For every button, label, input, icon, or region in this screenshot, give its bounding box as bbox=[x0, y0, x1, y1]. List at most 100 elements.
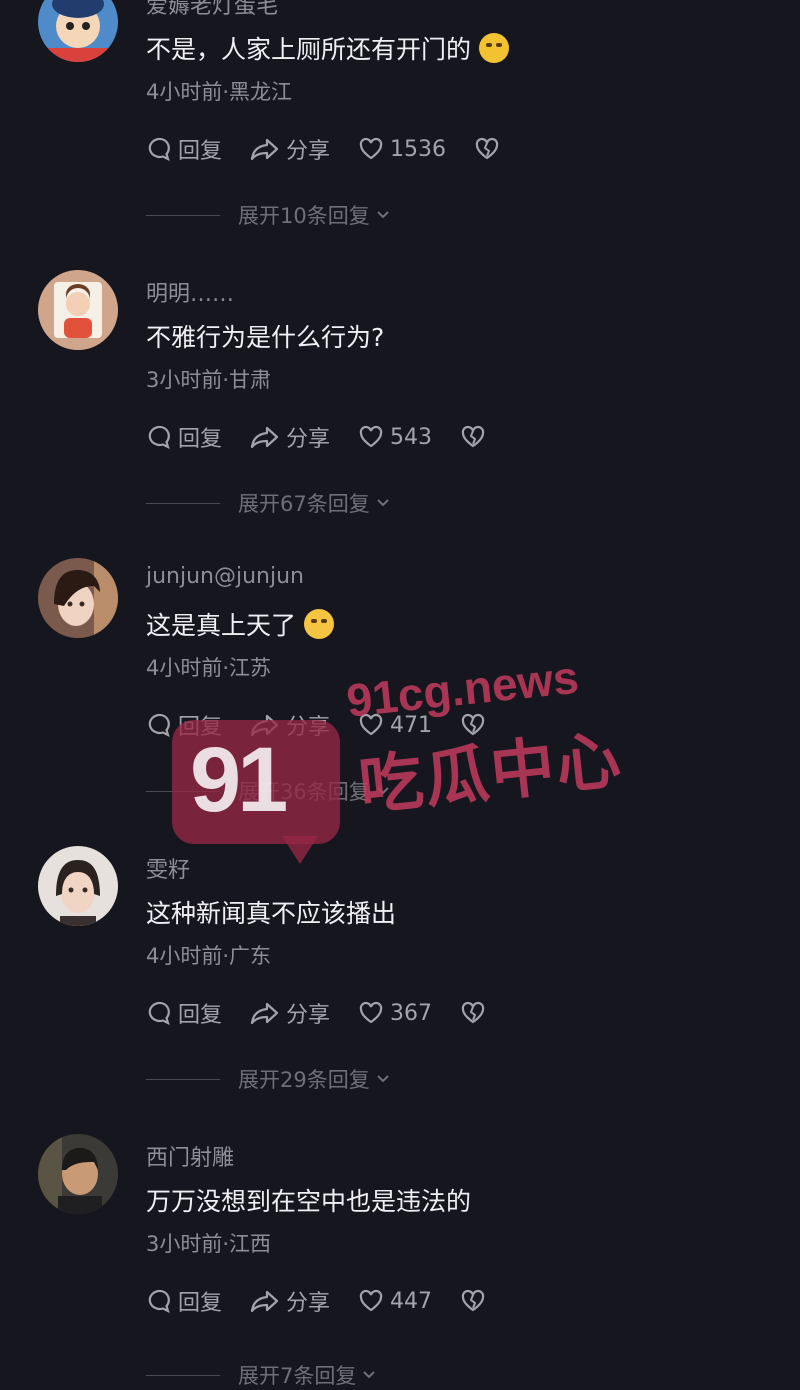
comment-time-location: 3小时前·甘肃 bbox=[146, 368, 272, 392]
avatar[interactable] bbox=[38, 846, 118, 926]
comment-actions: 回复 分享 367 bbox=[146, 996, 492, 1030]
expand-replies-button[interactable]: 展开10条回复 bbox=[146, 200, 390, 230]
reply-label: 回复 bbox=[178, 715, 223, 740]
chevron-down-icon bbox=[377, 1075, 389, 1083]
like-button[interactable]: 1536 bbox=[358, 137, 446, 162]
like-count: 471 bbox=[390, 712, 433, 738]
comment-text-content: 这是真上天了 bbox=[146, 611, 297, 640]
expand-replies-button[interactable]: 展开7条回复 bbox=[146, 1360, 376, 1390]
reply-icon bbox=[148, 425, 170, 450]
avatar[interactable] bbox=[38, 1134, 118, 1214]
reply-icon bbox=[148, 137, 170, 162]
expand-replies-label: 展开29条回复 bbox=[238, 1068, 370, 1092]
reply-label: 回复 bbox=[178, 1003, 223, 1028]
heart-icon bbox=[359, 1001, 383, 1024]
comment-time-location: 4小时前·广东 bbox=[146, 944, 272, 968]
dislike-button[interactable] bbox=[474, 137, 506, 161]
dislike-button[interactable] bbox=[460, 1289, 492, 1313]
dislike-button[interactable] bbox=[460, 425, 492, 449]
heart-icon bbox=[359, 425, 383, 448]
broken-heart-icon bbox=[461, 425, 485, 448]
avatar[interactable] bbox=[38, 0, 118, 62]
share-label: 分享 bbox=[286, 427, 331, 452]
divider-line bbox=[146, 1078, 220, 1080]
share-icon bbox=[250, 426, 279, 449]
expand-replies-label: 展开10条回复 bbox=[238, 204, 370, 228]
reply-button[interactable]: 回复 bbox=[146, 709, 222, 741]
chevron-down-icon bbox=[363, 1371, 376, 1379]
reply-icon bbox=[148, 1001, 170, 1026]
reply-button[interactable]: 回复 bbox=[146, 421, 222, 453]
comment-text-content: 万万没想到在空中也是违法的 bbox=[146, 1187, 472, 1216]
comment-text-content: 这种新闻真不应该播出 bbox=[146, 899, 397, 928]
comment-text-content: 不雅行为是什么行为? bbox=[146, 323, 385, 352]
share-icon bbox=[250, 1290, 279, 1313]
reply-button[interactable]: 回复 bbox=[146, 997, 222, 1029]
like-button[interactable]: 447 bbox=[358, 1289, 432, 1314]
expand-replies-button[interactable]: 展开67条回复 bbox=[146, 488, 390, 518]
broken-heart-icon bbox=[461, 1001, 485, 1024]
reply-button[interactable]: 回复 bbox=[146, 1285, 222, 1317]
watermark: 91 91cg.news 吃瓜中心 bbox=[172, 651, 626, 868]
username[interactable]: junjun@junjun bbox=[146, 564, 304, 589]
comment-text: 万万没想到在空中也是违法的 bbox=[146, 1182, 471, 1218]
like-count: 543 bbox=[390, 424, 433, 450]
comment-time-location: 3小时前·江西 bbox=[146, 1232, 272, 1256]
like-button[interactable]: 471 bbox=[358, 713, 432, 738]
comment-text: 不雅行为是什么行为? bbox=[146, 318, 384, 354]
like-count: 367 bbox=[390, 1000, 433, 1026]
reply-icon bbox=[148, 1289, 170, 1314]
comment-text-content: 不是，人家上厕所还有开门的 bbox=[146, 35, 472, 64]
share-icon bbox=[250, 714, 279, 737]
expand-replies-label: 展开7条回复 bbox=[238, 1364, 357, 1388]
broken-heart-icon bbox=[475, 137, 499, 160]
username[interactable]: 爱薅老灯蛋毛 bbox=[146, 0, 278, 20]
comment-actions: 回复 分享 471 bbox=[146, 708, 492, 742]
dislike-button[interactable] bbox=[460, 713, 492, 737]
reply-label: 回复 bbox=[178, 1291, 223, 1316]
broken-heart-icon bbox=[461, 1289, 485, 1312]
comment-text: 这是真上天了 bbox=[146, 606, 335, 642]
share-button[interactable]: 分享 bbox=[250, 421, 330, 453]
expand-replies-label: 展开67条回复 bbox=[238, 492, 370, 516]
share-label: 分享 bbox=[286, 715, 331, 740]
share-label: 分享 bbox=[286, 139, 331, 164]
username[interactable]: 明明…… bbox=[146, 276, 234, 308]
dislike-button[interactable] bbox=[460, 1001, 492, 1025]
comment-actions: 回复 分享 1536 bbox=[146, 132, 506, 166]
avatar[interactable] bbox=[38, 270, 118, 350]
share-icon bbox=[250, 138, 279, 161]
avatar[interactable] bbox=[38, 558, 118, 638]
comment-time-location: 4小时前·江苏 bbox=[146, 656, 272, 680]
broken-heart-icon bbox=[461, 713, 485, 736]
watermark-logo-tail bbox=[282, 836, 318, 864]
expand-replies-button[interactable]: 展开29条回复 bbox=[146, 1064, 390, 1094]
share-button[interactable]: 分享 bbox=[250, 997, 330, 1029]
comment-time-location: 4小时前·黑龙江 bbox=[146, 80, 293, 104]
share-button[interactable]: 分享 bbox=[250, 1285, 330, 1317]
divider-line bbox=[146, 214, 220, 216]
like-button[interactable]: 543 bbox=[358, 425, 432, 450]
reply-icon bbox=[148, 713, 170, 738]
divider-line bbox=[146, 790, 220, 792]
share-label: 分享 bbox=[286, 1291, 331, 1316]
chevron-down-icon bbox=[377, 211, 389, 219]
expand-replies-button[interactable]: 展开36条回复 bbox=[146, 776, 390, 806]
chevron-down-icon bbox=[377, 499, 389, 507]
like-button[interactable]: 367 bbox=[358, 1001, 432, 1026]
share-icon bbox=[250, 1002, 279, 1025]
comment-text: 不是，人家上厕所还有开门的 bbox=[146, 30, 510, 66]
rofl-emoji-icon bbox=[479, 33, 510, 63]
username[interactable]: 西门射雕 bbox=[146, 1140, 234, 1172]
share-button[interactable]: 分享 bbox=[250, 133, 330, 165]
reply-button[interactable]: 回复 bbox=[146, 133, 222, 165]
comment-actions: 回复 分享 543 bbox=[146, 420, 492, 454]
comment-text: 这种新闻真不应该播出 bbox=[146, 894, 396, 930]
chevron-down-icon bbox=[377, 787, 389, 795]
heart-icon bbox=[359, 1289, 383, 1312]
share-button[interactable]: 分享 bbox=[250, 709, 330, 741]
reply-label: 回复 bbox=[178, 139, 223, 164]
username[interactable]: 雯籽 bbox=[146, 852, 190, 884]
expand-replies-label: 展开36条回复 bbox=[238, 780, 370, 804]
divider-line bbox=[146, 502, 220, 504]
